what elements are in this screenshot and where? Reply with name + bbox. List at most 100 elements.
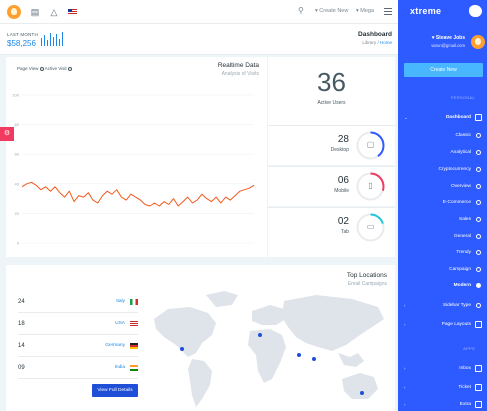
sidebar-item-label: Page Layouts bbox=[441, 322, 471, 327]
active-users-label: Active Users bbox=[317, 100, 346, 106]
locations-title: Top Locations bbox=[346, 272, 387, 279]
sidebar-item-page-layouts[interactable]: › Page Layouts bbox=[398, 321, 487, 331]
map-greenland bbox=[206, 291, 238, 307]
sidebar-item-analytical[interactable]: Analytical bbox=[398, 149, 487, 159]
sidebar-item-label: Modern bbox=[453, 283, 471, 288]
circle-icon bbox=[476, 150, 481, 155]
location-country[interactable]: Italy bbox=[116, 299, 125, 304]
location-country[interactable]: USA bbox=[115, 321, 125, 326]
sidebar-type-icon bbox=[476, 303, 481, 308]
monitor-icon: ▢ bbox=[366, 140, 375, 149]
legend-page-view: Page View bbox=[17, 66, 39, 71]
legend-dot-icon bbox=[39, 66, 44, 71]
spark-bar bbox=[62, 32, 64, 46]
spark-bar bbox=[47, 40, 49, 46]
section-personal-label: PERSONAL bbox=[450, 95, 475, 100]
desktop-card: 28 Desktop ▢ bbox=[268, 125, 395, 165]
sidebar-item-label: Overview bbox=[451, 184, 471, 189]
spark-bar bbox=[50, 33, 52, 46]
message-icon[interactable]: ▤ bbox=[30, 7, 40, 17]
map-asia bbox=[282, 295, 384, 351]
avatar[interactable] bbox=[471, 35, 485, 49]
map-marker[interactable] bbox=[180, 347, 184, 351]
map-indonesia bbox=[338, 353, 364, 367]
tab-card: 02 Tab ▭ bbox=[268, 207, 395, 257]
mobile-value: 06 bbox=[337, 175, 349, 186]
sidebar-item-classic[interactable]: Classic bbox=[398, 132, 487, 142]
location-row: 14 Germany bbox=[18, 337, 138, 357]
italy-flag-icon bbox=[130, 299, 138, 305]
map-marker[interactable] bbox=[297, 353, 301, 357]
sidebar-item-modern[interactable]: Modern bbox=[398, 282, 487, 292]
sidebar-item-label: Cryptocurrency bbox=[438, 167, 471, 172]
sidebar-item-overview[interactable]: Overview bbox=[398, 183, 487, 193]
breadcrumb-home[interactable]: Home bbox=[380, 40, 392, 45]
logo-icon[interactable] bbox=[7, 5, 21, 19]
circle-icon bbox=[476, 184, 481, 189]
top-locations-card: Top Locations Email Campaigns 24 Italy 1… bbox=[6, 265, 395, 411]
map-europe bbox=[252, 305, 286, 325]
inbox-icon bbox=[475, 365, 482, 372]
settings-toggle-button[interactable]: ⚙ bbox=[0, 127, 14, 141]
sidebar-item-sidebar-type[interactable]: › Sidebar Type bbox=[398, 302, 487, 312]
spark-bar bbox=[53, 37, 55, 46]
sidebar-item-campaign[interactable]: Campaign bbox=[398, 266, 487, 276]
sidebar-item-trendy[interactable]: Trendy bbox=[398, 249, 487, 259]
tab-label: Tab bbox=[340, 229, 349, 235]
map-north-america bbox=[154, 307, 216, 357]
map-marker[interactable] bbox=[360, 391, 364, 395]
map-marker[interactable] bbox=[312, 357, 316, 361]
location-value: 09 bbox=[18, 365, 25, 371]
circle-icon bbox=[476, 167, 481, 172]
sidebar-item-sales[interactable]: Sales bbox=[398, 216, 487, 226]
mobile-card: 06 Mobile ▯ bbox=[268, 166, 395, 206]
bell-icon[interactable]: △ bbox=[49, 7, 59, 17]
sidebar-item-dashboard[interactable]: ⌄ Dashboard bbox=[398, 114, 487, 124]
view-full-details-button[interactable]: View Full Details bbox=[92, 384, 138, 397]
sidebar-item-cryptocurrency[interactable]: Cryptocurrency bbox=[398, 166, 487, 176]
section-apps-label: APPS bbox=[463, 346, 475, 351]
map-marker[interactable] bbox=[258, 333, 262, 337]
extra-icon bbox=[475, 401, 482, 408]
sidebar-user-name[interactable]: ▾ Steave Jobs bbox=[432, 35, 465, 41]
location-country[interactable]: Germany bbox=[105, 343, 125, 348]
circle-icon bbox=[476, 133, 481, 138]
tab-value: 02 bbox=[337, 216, 349, 227]
copy-icon bbox=[475, 321, 482, 328]
spark-bar bbox=[44, 35, 46, 46]
location-value: 14 bbox=[18, 343, 25, 349]
circle-icon bbox=[476, 200, 481, 205]
sidebar-item-general[interactable]: General bbox=[398, 233, 487, 243]
realtime-card: Page View Active Visit Realtime Data Ana… bbox=[6, 57, 267, 257]
sidebar-item-extra[interactable]: › Extra bbox=[398, 401, 487, 411]
circle-filled-icon bbox=[476, 283, 481, 288]
breadcrumb-library[interactable]: Library bbox=[362, 40, 376, 45]
sidebar-item-e-commerce[interactable]: E-Commerce bbox=[398, 199, 487, 209]
active-users-value: 36 bbox=[317, 67, 346, 97]
sidebar-item-label: Classic bbox=[455, 133, 471, 138]
location-row: 18 USA bbox=[18, 315, 138, 335]
last-month-value: $58,256 bbox=[7, 39, 36, 48]
sidebar-item-label: Sales bbox=[459, 217, 471, 222]
chevron-right-icon: › bbox=[404, 385, 406, 390]
map-australia bbox=[342, 373, 378, 399]
mega-dropdown[interactable]: ▾ Mega bbox=[356, 8, 374, 14]
us-flag-icon[interactable] bbox=[68, 9, 77, 15]
search-icon[interactable]: ⚲ bbox=[298, 6, 304, 15]
menu-icon[interactable] bbox=[384, 8, 392, 15]
brand-logo-icon[interactable] bbox=[469, 5, 482, 17]
location-country[interactable]: India bbox=[115, 365, 125, 370]
chevron-right-icon: › bbox=[404, 322, 406, 327]
brand-name[interactable]: xtreme bbox=[410, 6, 441, 16]
location-row: 09 India bbox=[18, 359, 138, 379]
circle-icon bbox=[476, 250, 481, 255]
chevron-right-icon: › bbox=[404, 366, 406, 371]
mobile-label: Mobile bbox=[334, 188, 349, 194]
create-new-dropdown[interactable]: ▾ Create New bbox=[315, 8, 348, 14]
sidebar-create-new-button[interactable]: Create New bbox=[404, 63, 483, 77]
sidebar: xtreme ▾ Steave Jobs varun@gmail.com Cre… bbox=[398, 0, 487, 411]
sidebar-item-ticket[interactable]: › Ticket bbox=[398, 384, 487, 394]
spark-bar bbox=[59, 39, 61, 46]
sidebar-item-inbox[interactable]: › Inbox bbox=[398, 365, 487, 375]
last-month-label: LAST MONTH bbox=[7, 32, 38, 37]
